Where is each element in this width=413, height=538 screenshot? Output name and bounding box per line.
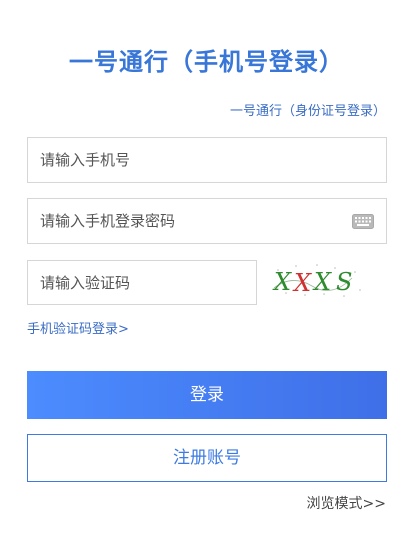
password-field[interactable]	[27, 198, 387, 244]
svg-text:X: X	[312, 268, 332, 296]
page-title: 一号通行（手机号登录）	[69, 48, 344, 76]
svg-text:X: X	[272, 268, 292, 296]
password-input[interactable]	[28, 199, 386, 243]
register-button[interactable]: 注册账号	[27, 434, 387, 482]
browse-mode-link[interactable]: 浏览模式>>	[307, 494, 386, 514]
sms-code-login-link[interactable]: 手机验证码登录>	[27, 320, 129, 340]
svg-text:X: X	[292, 269, 312, 297]
captcha-input[interactable]	[28, 261, 256, 304]
keyboard-icon[interactable]	[352, 214, 374, 229]
id-card-login-link[interactable]: 一号通行（身份证号登录）	[230, 102, 386, 122]
phone-input[interactable]	[28, 138, 386, 182]
svg-text:S: S	[336, 268, 352, 296]
phone-field[interactable]	[27, 137, 387, 183]
login-button[interactable]: 登录	[27, 371, 387, 419]
captcha-field[interactable]	[27, 260, 257, 305]
captcha-image[interactable]: X X X S	[272, 260, 364, 300]
